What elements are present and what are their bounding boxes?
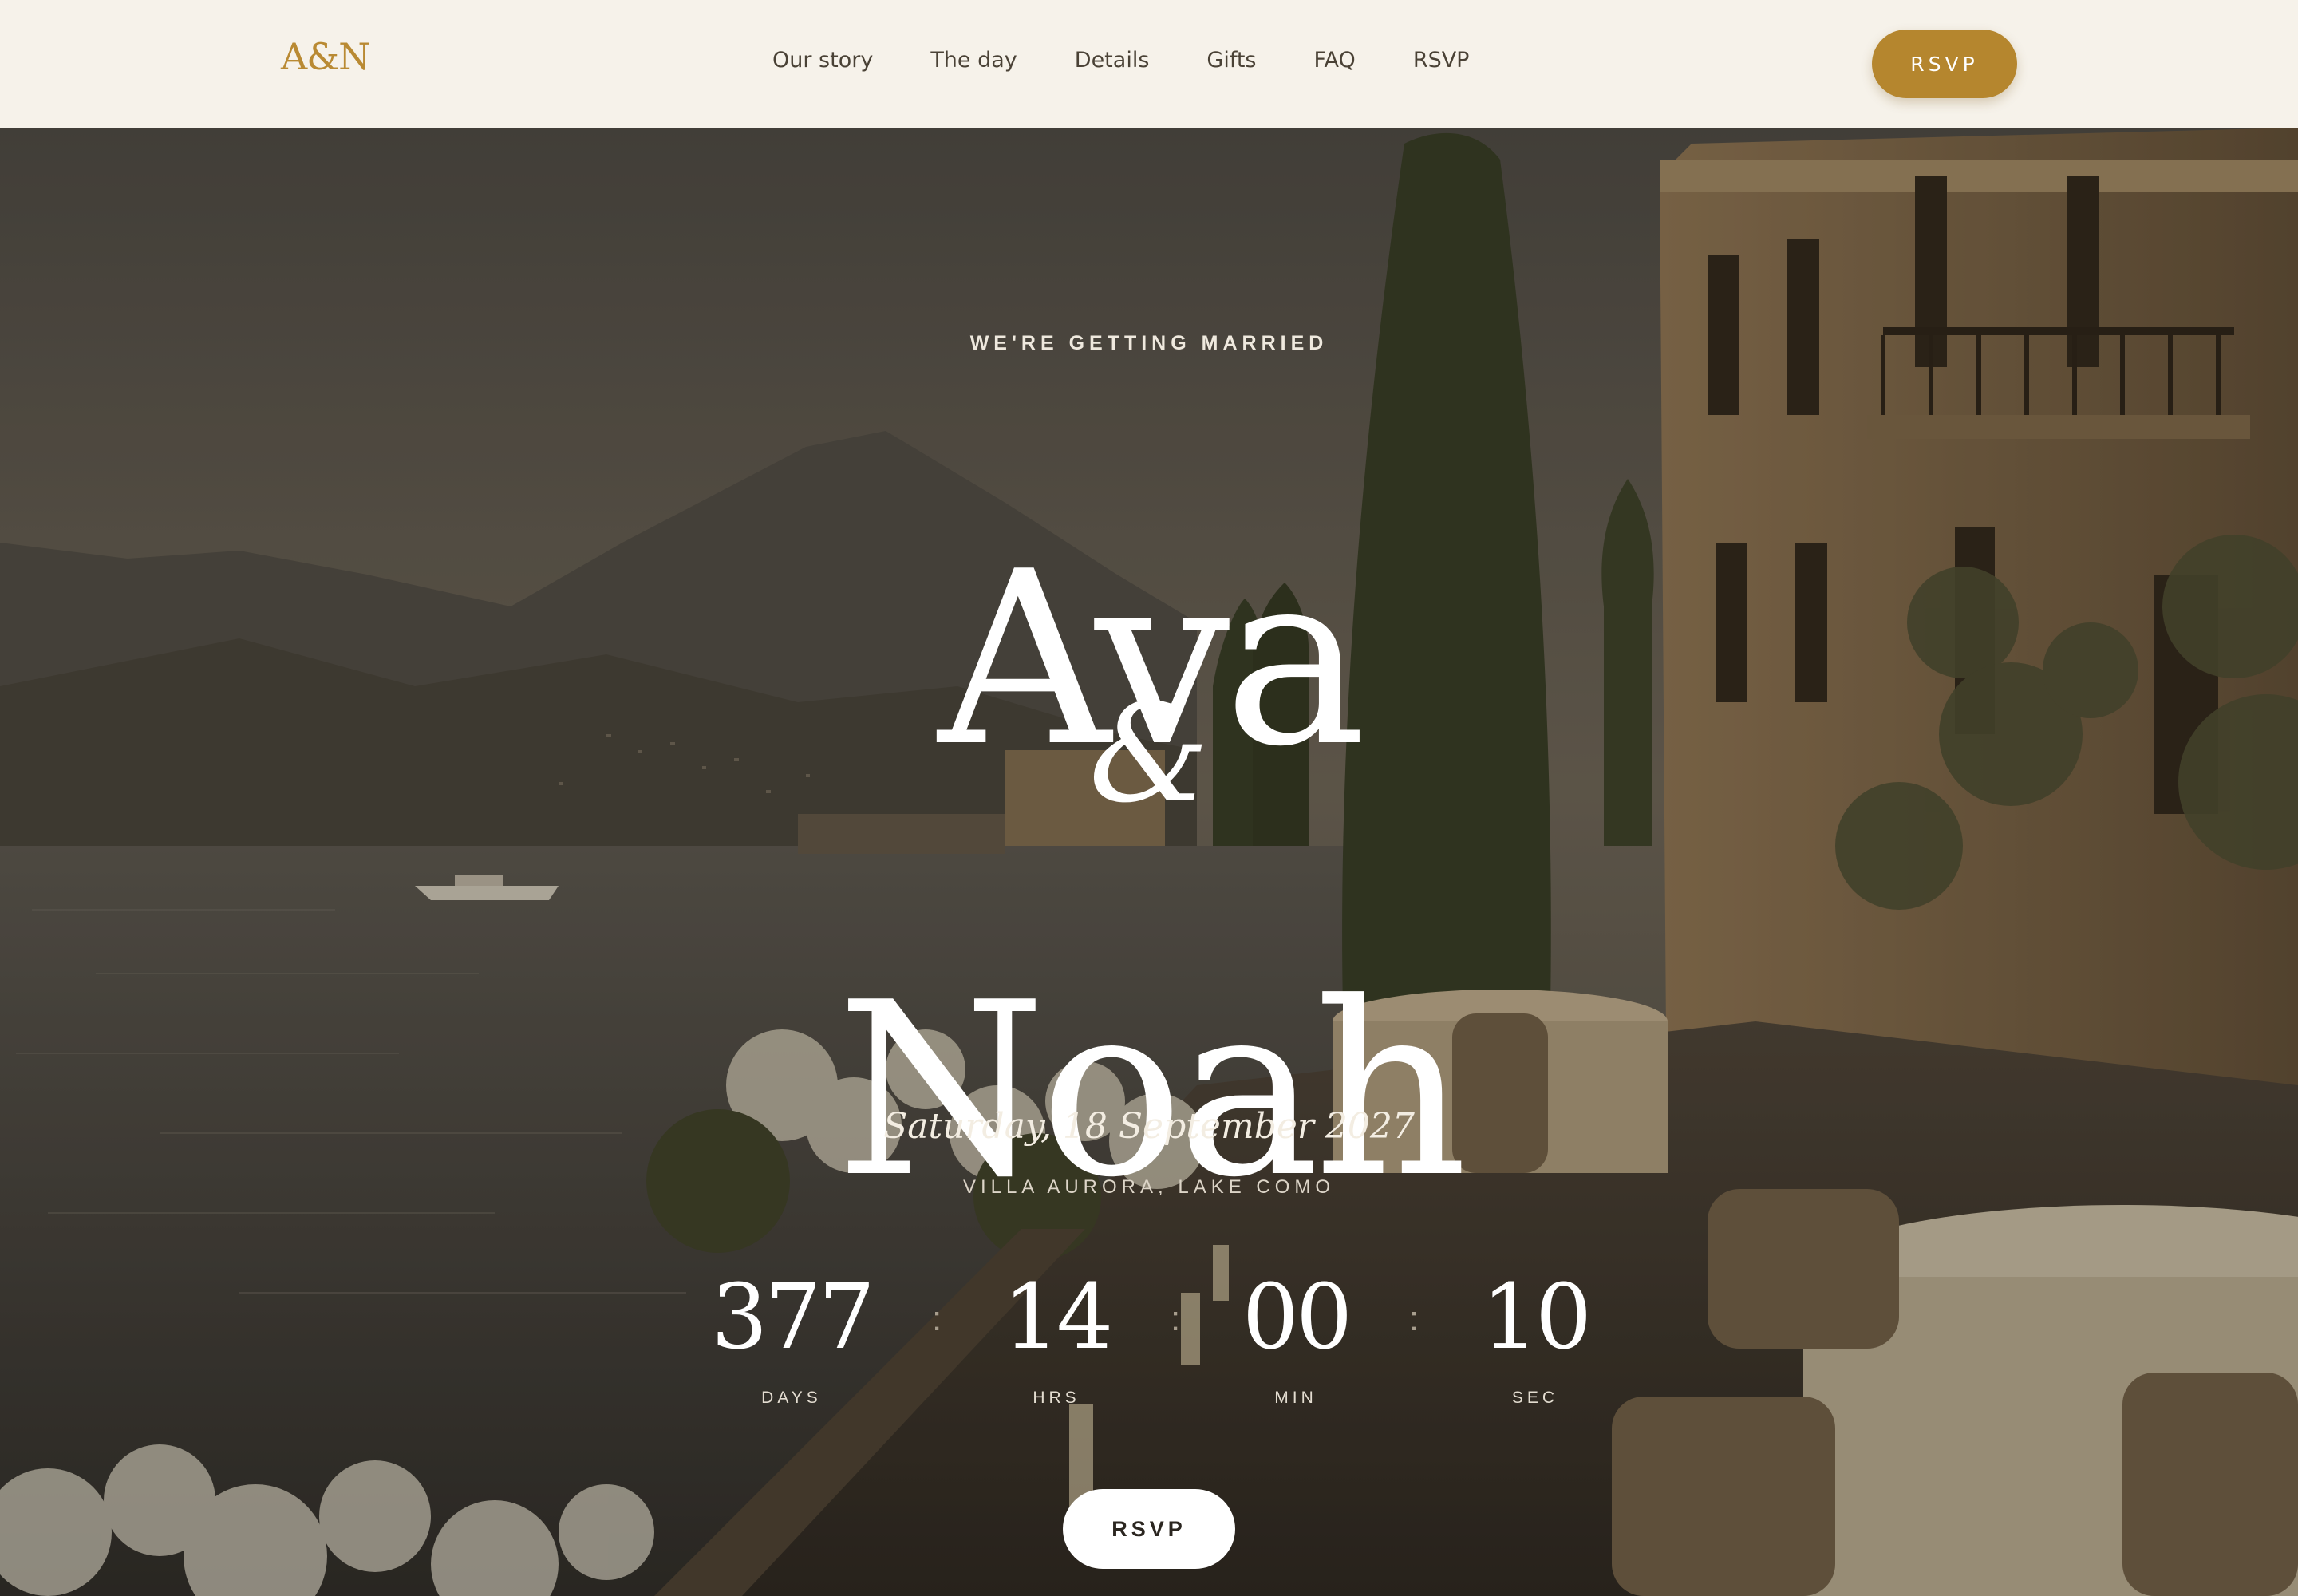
hero-section: WE'RE GETTING MARRIED Ava & Noah Saturda… <box>0 128 2298 1596</box>
nav-gifts[interactable]: Gifts <box>1206 48 1256 80</box>
hero-kicker: WE'RE GETTING MARRIED <box>969 332 1329 354</box>
nav-rsvp[interactable]: RSVP <box>1413 48 1470 80</box>
main-nav: Our story The day Details Gifts FAQ RSVP <box>772 48 1469 80</box>
hero-rsvp-button[interactable]: RSVP <box>1063 1489 1235 1569</box>
countdown-seconds-label: SEC <box>1511 1389 1559 1407</box>
countdown-separator: : <box>932 1299 942 1338</box>
countdown-seconds-value: 10 <box>1481 1266 1593 1369</box>
wedding-venue: VILLA AURORA, LAKE COMO <box>962 1176 1336 1198</box>
countdown-minutes-value: 00 <box>1242 1266 1353 1369</box>
nav-faq[interactable]: FAQ <box>1314 48 1356 80</box>
monogram-logo[interactable]: A&N <box>281 35 370 78</box>
wedding-date: Saturday, 18 September 2027 <box>883 1106 1415 1147</box>
groom-name: Noah <box>836 951 1467 1230</box>
nav-the-day[interactable]: The day <box>930 48 1017 80</box>
site-header: A&N Our story The day Details Gifts FAQ … <box>0 0 2298 128</box>
countdown-separator: : <box>1171 1299 1181 1338</box>
nav-our-story[interactable]: Our story <box>772 48 873 80</box>
countdown-minutes-label: MIN <box>1274 1389 1317 1407</box>
countdown-days-label: DAYS <box>761 1389 822 1407</box>
ampersand: & <box>1088 675 1210 833</box>
header-rsvp-button[interactable]: RSVP <box>1872 30 2017 98</box>
countdown-days-value: 377 <box>711 1266 875 1369</box>
countdown-hours-value: 14 <box>1002 1266 1114 1369</box>
countdown-hours-label: HRS <box>1033 1389 1080 1407</box>
nav-details[interactable]: Details <box>1075 48 1150 80</box>
countdown-separator: : <box>1409 1299 1419 1338</box>
